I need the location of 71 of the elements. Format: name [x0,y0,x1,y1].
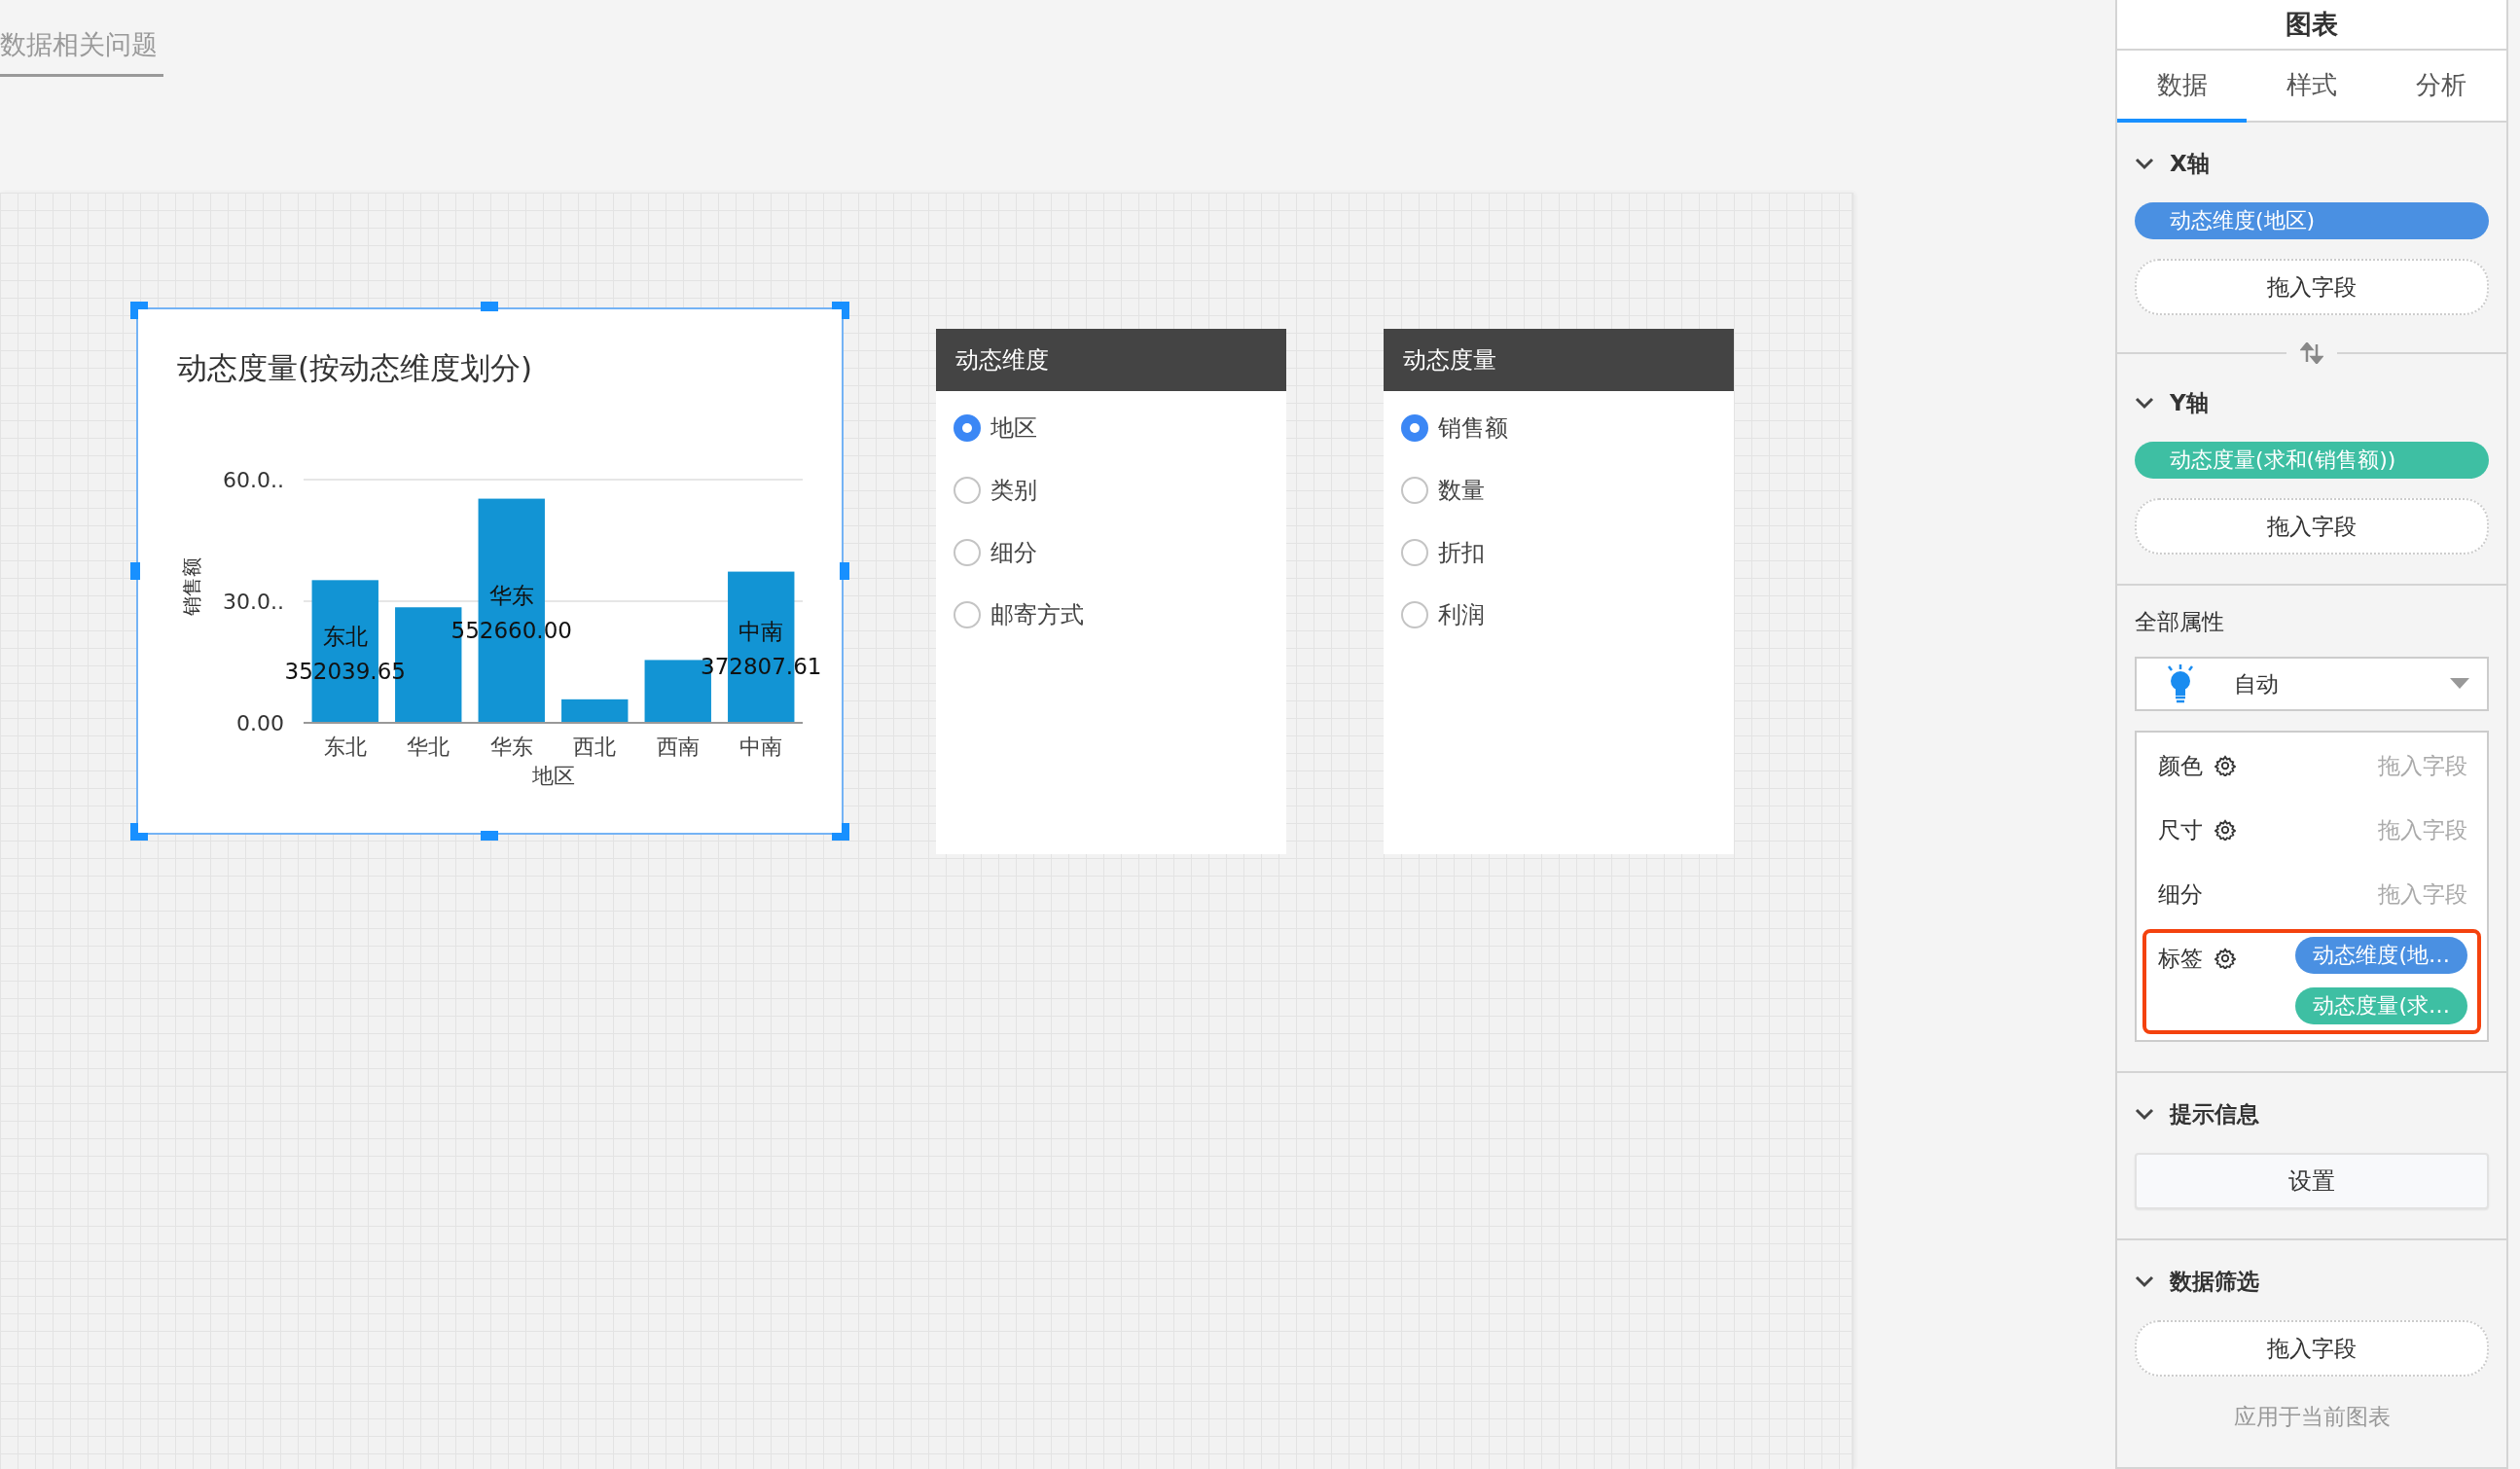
settings-button[interactable]: 设置 [2135,1153,2489,1209]
x-axis-title: 地区 [531,764,575,788]
property-label: 标签 [2158,944,2203,973]
y-axis-title: 销售额 [180,557,203,616]
y-tick-label: 0.00 [236,711,284,735]
section-title[interactable]: X轴 [2170,148,2210,179]
gear-icon[interactable] [2214,755,2236,776]
apply-text: 应用于当前图表 [2233,1403,2391,1431]
option-label[interactable]: 细分 [990,537,1037,568]
corner-handle[interactable] [130,302,148,319]
tab[interactable]: 分析 [2376,51,2506,123]
chart-title: 动态度量(按动态维度划分) [176,349,534,387]
data-label: 东北 [322,623,368,649]
option-label[interactable]: 数量 [1438,475,1485,506]
radio-button[interactable] [954,477,981,504]
radio-button[interactable] [954,601,981,628]
filter-header: 动态度量 [1384,329,1734,391]
radio-button[interactable] [1401,539,1428,566]
resize-handle[interactable] [481,302,498,311]
resize-handle[interactable] [840,562,849,580]
drop-zone[interactable]: 拖入字段 [2135,259,2489,315]
option-label[interactable]: 折扣 [1438,537,1485,568]
section-title[interactable]: Y轴 [2170,387,2209,418]
mode-select[interactable]: 自动 [2135,657,2489,711]
property-label: 细分 [2158,879,2203,909]
option-label[interactable]: 销售额 [1438,412,1508,444]
drop-zone[interactable]: 拖入字段 [2135,498,2489,555]
dropdown-caret-icon[interactable] [2450,678,2469,690]
chevron-icon[interactable] [2135,1274,2154,1288]
x-tick-label: 西南 [656,734,700,759]
resize-handle[interactable] [130,562,140,580]
radio-button[interactable] [1401,414,1428,442]
data-label: 华东 [488,582,534,608]
chevron-icon[interactable] [2135,396,2154,410]
option-label[interactable]: 类别 [990,475,1037,506]
swap-arrows-icon[interactable] [2300,342,2323,364]
data-label: 中南 [738,619,784,645]
option-label[interactable]: 利润 [1438,599,1485,630]
filter-header: 动态维度 [936,329,1286,391]
gear-icon[interactable] [2214,819,2236,841]
page-title: 数据相关问题 [0,27,163,77]
section-title[interactable]: 数据筛选 [2170,1266,2259,1297]
corner-handle[interactable] [130,823,148,841]
radio-button[interactable] [1401,601,1428,628]
radio-button[interactable] [954,539,981,566]
lightbulb-icon [2166,664,2195,703]
property-label: 颜色 [2158,751,2203,780]
gear-icon[interactable] [2214,948,2236,969]
property-label: 尺寸 [2158,815,2203,844]
corner-handle[interactable] [832,823,849,841]
corner-handle[interactable] [832,302,849,319]
x-tick-label: 西北 [573,734,617,759]
drop-zone[interactable]: 拖入字段 [2135,1320,2489,1377]
radio-button[interactable] [954,414,981,442]
panel-title: 图表 [2117,0,2506,51]
chevron-icon[interactable] [2135,1107,2154,1121]
tab[interactable]: 样式 [2247,51,2377,123]
y-tick-label: 30.0.. [223,590,284,614]
x-tick-label: 华东 [489,734,533,759]
section-title[interactable]: 提示信息 [2170,1098,2259,1129]
radio-button[interactable] [1401,477,1428,504]
x-tick-label: 东北 [323,734,367,759]
section-title: 全部属性 [2135,608,2225,636]
resize-handle[interactable] [481,831,498,841]
chevron-icon[interactable] [2135,157,2154,170]
x-tick-label: 中南 [739,734,783,759]
tab[interactable]: 数据 [2117,51,2248,123]
x-tick-label: 华北 [407,734,450,759]
option-label[interactable]: 地区 [990,412,1037,444]
y-tick-label: 60.0.. [223,468,284,492]
option-label[interactable]: 邮寄方式 [990,599,1084,630]
